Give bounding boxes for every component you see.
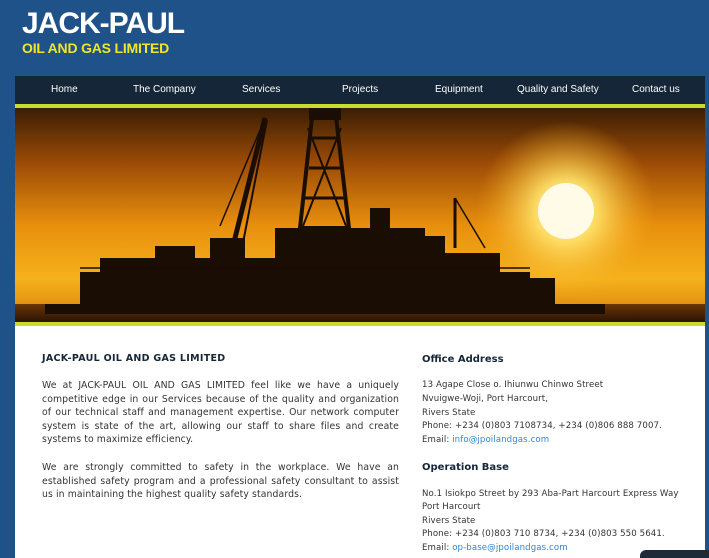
nav-item-contact-us[interactable]: Contact us (632, 84, 680, 95)
nav-item-the-company[interactable]: The Company (133, 84, 196, 95)
base-phone: Phone: +234 (0)803 710 8734, +234 (0)803… (422, 529, 665, 539)
office-address-line: 13 Agape Close o. Ihiunwu Chinwo Street (422, 380, 604, 390)
about-heading: JACK-PAUL OIL AND GAS LIMITED (42, 353, 226, 364)
hero-banner (15, 108, 705, 322)
site-logo[interactable]: JACK-PAUL OIL AND GAS LIMITED (22, 7, 185, 57)
office-address-heading: Office Address (422, 354, 504, 365)
base-email-label: Email: (422, 543, 450, 553)
main-nav: Home The Company Services Projects Equip… (15, 76, 705, 108)
base-address-line: Port Harcourt (422, 502, 481, 512)
base-email-row: Email: op-base@jpoilandgas.com (422, 543, 568, 553)
office-email-row: Email: info@jpoilandgas.com (422, 435, 549, 445)
operation-base-heading: Operation Base (422, 462, 509, 473)
office-email-link[interactable]: info@jpoilandgas.com (452, 435, 549, 445)
office-address-line: Nvuigwe-Woji, Port Harcourt, (422, 394, 549, 404)
office-address-line: Rivers State (422, 408, 476, 418)
logo-tagline: OIL AND GAS LIMITED (22, 40, 170, 56)
logo-name: JACK-PAUL (22, 7, 185, 40)
nav-item-quality-and-safety[interactable]: Quality and Safety (517, 84, 599, 95)
nav-item-projects[interactable]: Projects (342, 84, 378, 95)
office-phone: Phone: +234 (0)803 7108734, +234 (0)806 … (422, 421, 662, 431)
base-address-line: Rivers State (422, 516, 476, 526)
about-paragraph-1: We at JACK-PAUL OIL AND GAS LIMITED feel… (42, 380, 399, 446)
main-content: JACK-PAUL OIL AND GAS LIMITED We at JACK… (15, 326, 705, 558)
corner-tab (640, 550, 709, 558)
nav-item-services[interactable]: Services (242, 84, 280, 95)
nav-item-home[interactable]: Home (51, 84, 78, 95)
office-email-label: Email: (422, 435, 450, 445)
base-email-link[interactable]: op-base@jpoilandgas.com (452, 543, 568, 553)
base-address-line: No.1 Isiokpo Street by 293 Aba-Part Harc… (422, 489, 679, 499)
oil-rig-sunset-image (15, 108, 705, 322)
about-paragraph-2: We are strongly committed to safety in t… (42, 462, 399, 501)
nav-item-equipment[interactable]: Equipment (435, 84, 483, 95)
